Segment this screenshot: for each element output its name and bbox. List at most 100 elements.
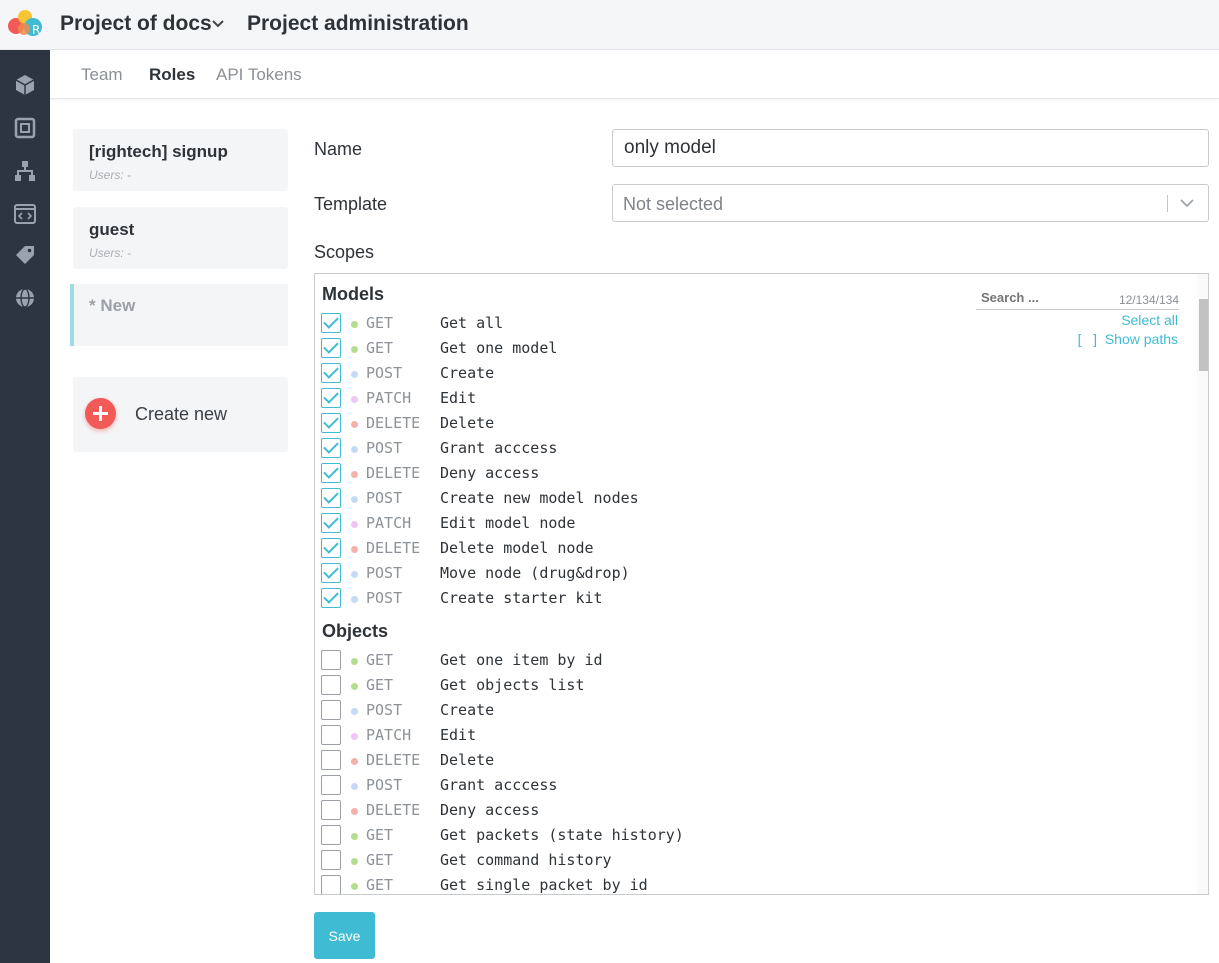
square-frame-icon[interactable] — [13, 116, 37, 140]
checkbox[interactable] — [321, 725, 341, 745]
tab-api-tokens[interactable]: API Tokens — [216, 65, 302, 85]
scope-row[interactable]: DELETE Deny access — [321, 461, 1021, 483]
left-sidebar — [0, 50, 50, 963]
checkbox-checked[interactable] — [321, 588, 341, 608]
show-paths-toggle[interactable]: [ ] Show paths — [1078, 331, 1178, 347]
checkbox-checked[interactable] — [321, 463, 341, 483]
search-input[interactable] — [981, 290, 1101, 305]
scope-row[interactable]: PATCH Edit model node — [321, 511, 1021, 533]
scope-label: Create new model nodes — [440, 489, 639, 507]
template-value: Not selected — [623, 194, 724, 214]
create-new-label: Create new — [135, 404, 228, 424]
scope-label: Edit — [440, 389, 477, 407]
checkbox-checked[interactable] — [321, 488, 341, 508]
scope-row[interactable]: DELETE Deny access — [321, 798, 1021, 820]
method-dot-icon — [351, 783, 358, 790]
checkbox[interactable] — [321, 800, 341, 820]
tag-icon[interactable] — [13, 243, 37, 267]
tab-team[interactable]: Team — [81, 65, 123, 85]
checkbox-checked[interactable] — [321, 313, 341, 333]
method-dot-icon — [351, 833, 358, 840]
checkbox[interactable] — [321, 750, 341, 770]
section-title: Objects — [322, 621, 389, 641]
scrollbar-thumb[interactable] — [1199, 299, 1208, 371]
scope-count: 12/134/134 — [1118, 293, 1179, 307]
checkbox-checked[interactable] — [321, 538, 341, 558]
scope-row[interactable]: GET Get one item by id — [321, 648, 1021, 670]
role-name: * New — [89, 296, 136, 315]
code-window-icon[interactable] — [13, 202, 37, 226]
scope-row[interactable]: GET Get all — [321, 311, 1021, 333]
checkbox-checked[interactable] — [321, 563, 341, 583]
checkbox[interactable] — [321, 700, 341, 720]
scope-row[interactable]: PATCH Edit — [321, 723, 1021, 745]
method-dot-icon — [351, 321, 358, 328]
section-title: Models — [322, 284, 385, 304]
scope-row[interactable]: GET Get packets (state history) — [321, 823, 1021, 845]
scope-label: Edit — [440, 726, 477, 744]
http-method: GET — [366, 876, 394, 894]
scopes-list[interactable]: 12/134/134 Select all [ ] Show paths Mod… — [314, 273, 1209, 895]
scope-search[interactable]: 12/134/134 — [976, 290, 1179, 310]
template-select[interactable]: Not selected — [612, 184, 1209, 222]
method-dot-icon — [351, 658, 358, 665]
project-title[interactable]: Project of docs — [60, 12, 212, 36]
select-all-link[interactable]: Select all — [1121, 312, 1178, 328]
scope-row[interactable]: GET Get command history — [321, 848, 1021, 870]
globe-icon[interactable] — [13, 286, 37, 310]
chevron-down-icon[interactable] — [211, 17, 225, 31]
scope-row[interactable]: POST Move node (drug&drop) — [321, 561, 1021, 583]
scope-row[interactable]: DELETE Delete model node — [321, 536, 1021, 558]
http-method: POST — [366, 701, 403, 719]
checkbox-checked[interactable] — [321, 513, 341, 533]
plus-icon[interactable] — [85, 398, 116, 429]
scope-label: Get single packet by id — [440, 876, 648, 894]
method-dot-icon — [351, 808, 358, 815]
chevron-down-icon[interactable] — [1179, 197, 1195, 209]
method-dot-icon — [351, 858, 358, 865]
checkbox-checked[interactable] — [321, 388, 341, 408]
top-header: R Project of docs Project administration — [0, 0, 1219, 50]
scope-row[interactable]: GET Get objects list — [321, 673, 1021, 695]
http-method: DELETE — [366, 539, 421, 557]
scope-label: Create — [440, 364, 495, 382]
scope-row[interactable]: POST Grant acccess — [321, 773, 1021, 795]
checkbox[interactable] — [321, 850, 341, 870]
scope-row[interactable]: POST Create — [321, 361, 1021, 383]
hierarchy-icon[interactable] — [13, 159, 37, 183]
checkbox[interactable] — [321, 650, 341, 670]
cube-icon[interactable] — [13, 73, 37, 97]
checkbox[interactable] — [321, 775, 341, 795]
http-method: POST — [366, 364, 403, 382]
checkbox[interactable] — [321, 875, 341, 894]
app-logo-icon[interactable]: R — [6, 8, 46, 40]
checkbox-checked[interactable] — [321, 338, 341, 358]
scope-row[interactable]: POST Create — [321, 698, 1021, 720]
role-users: Users: - — [89, 246, 131, 260]
scope-row[interactable]: DELETE Delete — [321, 748, 1021, 770]
role-card-guest[interactable]: guest Users: - — [73, 207, 288, 269]
checkbox-checked[interactable] — [321, 363, 341, 383]
http-method: GET — [366, 314, 394, 332]
scope-row[interactable]: POST Grant acccess — [321, 436, 1021, 458]
scope-row[interactable]: POST Create starter kit — [321, 586, 1021, 608]
scope-label: Create starter kit — [440, 589, 603, 607]
save-button[interactable]: Save — [314, 912, 375, 959]
scope-row[interactable]: GET Get single packet by id — [321, 873, 1021, 894]
scope-row[interactable]: PATCH Edit — [321, 386, 1021, 408]
scope-row[interactable]: POST Create new model nodes — [321, 486, 1021, 508]
name-input[interactable] — [612, 129, 1209, 167]
scope-label: Delete — [440, 751, 495, 769]
role-card-rightech-signup[interactable]: [rightech] signup Users: - — [73, 129, 288, 191]
role-card-new[interactable]: * New — [70, 284, 288, 346]
tab-roles[interactable]: Roles — [149, 65, 195, 85]
checkbox[interactable] — [321, 825, 341, 845]
scope-row[interactable]: GET Get one model — [321, 336, 1021, 358]
create-new-button[interactable]: Create new — [73, 377, 288, 452]
checkbox-checked[interactable] — [321, 413, 341, 433]
scope-row[interactable]: DELETE Delete — [321, 411, 1021, 433]
checkbox-checked[interactable] — [321, 438, 341, 458]
checkbox[interactable] — [321, 675, 341, 695]
http-method: DELETE — [366, 414, 421, 432]
method-dot-icon — [351, 596, 358, 603]
